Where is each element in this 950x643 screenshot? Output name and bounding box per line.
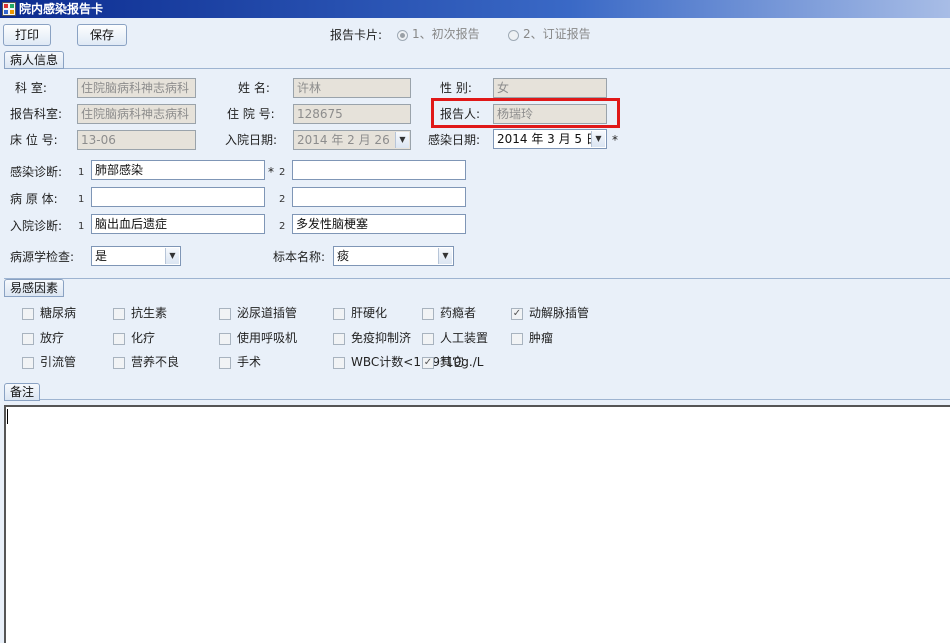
admit-diag-label: 入院诊断:: [10, 219, 63, 233]
notes-divider: [4, 399, 950, 400]
infect-diag-2-num: 2: [279, 167, 286, 178]
risk-factor-checkbox[interactable]: [333, 357, 345, 369]
risk-factor-checkbox[interactable]: [22, 357, 34, 369]
risk-factor-checkbox[interactable]: [113, 308, 125, 320]
infect-diag-required-mark: *: [268, 165, 274, 179]
infect-diag-label: 感染诊断:: [10, 165, 63, 179]
pathogen-2-field[interactable]: [292, 187, 466, 207]
risk-factor-label: 泌尿道插管: [237, 306, 298, 320]
pathogen-2-num: 2: [279, 194, 286, 205]
risk-factor-label: 引流管: [40, 355, 77, 369]
report-corrected-radio[interactable]: [508, 30, 519, 41]
admission-no-field[interactable]: 128675: [293, 104, 411, 124]
risk-factor-label: 化疗: [131, 331, 156, 345]
report-dept-label: 报告科室:: [10, 107, 63, 121]
admit-diag-1-field[interactable]: 脑出血后遗症: [91, 214, 265, 234]
risk-factor-checkbox[interactable]: [422, 308, 434, 320]
text-caret: [7, 409, 8, 424]
risk-factor-checkbox[interactable]: [113, 357, 125, 369]
pathogen-label: 病 原 体:: [10, 192, 58, 206]
admit-diag-2-num: 2: [279, 221, 286, 232]
etiology-value: 是: [95, 249, 108, 263]
dept-field[interactable]: 住院脑病科神志病科: [77, 78, 196, 98]
patient-info-divider: [4, 68, 950, 69]
bed-field[interactable]: 13-06: [77, 130, 196, 150]
report-initial-label: 1、初次报告: [412, 27, 480, 41]
risk-factor-label: 糖尿病: [40, 306, 77, 320]
dept-label: 科 室:: [15, 81, 47, 95]
print-button[interactable]: 打印: [3, 24, 51, 46]
reporter-highlight-box: [431, 98, 620, 128]
risk-factor-label: 肿瘤: [529, 331, 554, 345]
risk-factors-divider: [4, 278, 950, 279]
risk-factor-checkbox[interactable]: [22, 333, 34, 345]
app-icon: [2, 2, 16, 16]
risk-factor-checkbox[interactable]: [422, 333, 434, 345]
risk-factor-label: 动解脉插管: [529, 306, 590, 320]
name-field[interactable]: 许林: [293, 78, 411, 98]
etiology-label: 病源学检查:: [10, 250, 75, 264]
gender-field[interactable]: 女: [493, 78, 607, 98]
admit-date-value: 2014 年 2 月 26 日: [297, 133, 406, 147]
admit-diag-1-num: 1: [78, 221, 85, 232]
infect-diag-1-field[interactable]: 肺部感染: [91, 160, 265, 180]
risk-factor-label: 营养不良: [131, 355, 180, 369]
infect-diag-2-field[interactable]: [292, 160, 466, 180]
bed-label: 床 位 号:: [10, 133, 58, 147]
pathogen-1-field[interactable]: [91, 187, 265, 207]
risk-factor-checkbox[interactable]: [219, 308, 231, 320]
specimen-dropdown-icon[interactable]: ▼: [438, 248, 452, 264]
risk-factor-checkbox[interactable]: ✓: [422, 357, 434, 369]
report-type-label: 报告卡片:: [330, 28, 383, 42]
risk-factor-checkbox[interactable]: ✓: [511, 308, 523, 320]
risk-factor-checkbox[interactable]: [219, 357, 231, 369]
risk-factor-label: 使用呼吸机: [237, 331, 298, 345]
name-label: 姓 名:: [238, 81, 270, 95]
save-button[interactable]: 保存: [77, 24, 127, 46]
infect-date-required-mark: *: [612, 133, 618, 147]
risk-factors-title: 易感因素: [4, 279, 65, 297]
infect-diag-1-num: 1: [78, 167, 85, 178]
report-initial-radio[interactable]: [397, 30, 408, 41]
risk-factor-label: 手术: [237, 355, 262, 369]
admit-date-picker[interactable]: 2014 年 2 月 26 日 ▼: [293, 130, 411, 150]
etiology-dropdown-icon[interactable]: ▼: [165, 248, 179, 264]
admission-no-label: 住 院 号:: [227, 107, 275, 121]
notes-title: 备注: [4, 383, 41, 401]
risk-factor-label: 人工装置: [440, 331, 489, 345]
risk-factor-checkbox[interactable]: [219, 333, 231, 345]
specimen-select[interactable]: 痰 ▼: [333, 246, 454, 266]
admit-diag-2-field[interactable]: 多发性脑梗塞: [292, 214, 466, 234]
gender-label: 性 别:: [440, 81, 472, 95]
risk-factor-label: 肝硬化: [351, 306, 388, 320]
risk-factor-label: 放疗: [40, 331, 65, 345]
risk-factor-label: 抗生素: [131, 306, 168, 320]
window-title: 院内感染报告卡: [19, 2, 104, 16]
report-dept-field[interactable]: 住院脑病科神志病科: [77, 104, 196, 124]
specimen-value: 痰: [337, 249, 350, 263]
notes-textarea[interactable]: [4, 405, 950, 643]
risk-factor-checkbox[interactable]: [333, 333, 345, 345]
title-bar[interactable]: 院内感染报告卡: [0, 0, 950, 18]
risk-factor-label: 其它: [440, 355, 465, 369]
infect-date-value: 2014 年 3 月 5 日: [497, 132, 598, 146]
admit-date-dropdown-icon[interactable]: ▼: [395, 132, 409, 148]
patient-info-title: 病人信息: [4, 51, 65, 69]
pathogen-1-num: 1: [78, 194, 85, 205]
infect-date-picker[interactable]: 2014 年 3 月 5 日 ▼: [493, 129, 607, 149]
risk-factor-label: 药瘾者: [440, 306, 477, 320]
infect-date-dropdown-icon[interactable]: ▼: [591, 131, 605, 147]
infect-date-label: 感染日期:: [428, 133, 481, 147]
risk-factor-checkbox[interactable]: [22, 308, 34, 320]
risk-factor-checkbox[interactable]: [333, 308, 345, 320]
risk-factor-label: 免疫抑制济: [351, 331, 412, 345]
specimen-label: 标本名称:: [273, 250, 326, 264]
risk-factor-checkbox[interactable]: [113, 333, 125, 345]
risk-factor-checkbox[interactable]: [511, 333, 523, 345]
etiology-select[interactable]: 是 ▼: [91, 246, 181, 266]
admit-date-label: 入院日期:: [225, 133, 278, 147]
report-corrected-label: 2、订证报告: [523, 27, 591, 41]
